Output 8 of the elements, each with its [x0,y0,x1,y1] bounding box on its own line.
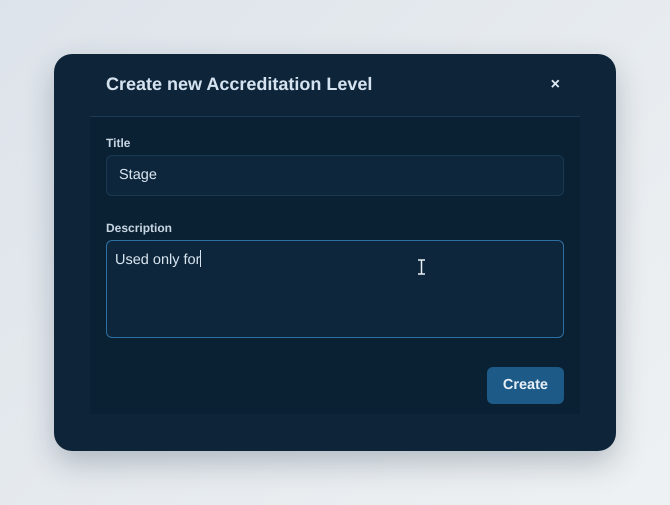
dialog-title: Create new Accreditation Level [106,74,372,96]
text-cursor-icon [417,259,426,275]
field-label: Description [106,220,174,237]
create-button[interactable]: Create [486,367,564,404]
field-label: Title [106,135,132,152]
title-field[interactable]: Stage [106,155,564,196]
close-button[interactable]: × [546,77,564,93]
description-field[interactable]: Used only for [106,240,564,338]
